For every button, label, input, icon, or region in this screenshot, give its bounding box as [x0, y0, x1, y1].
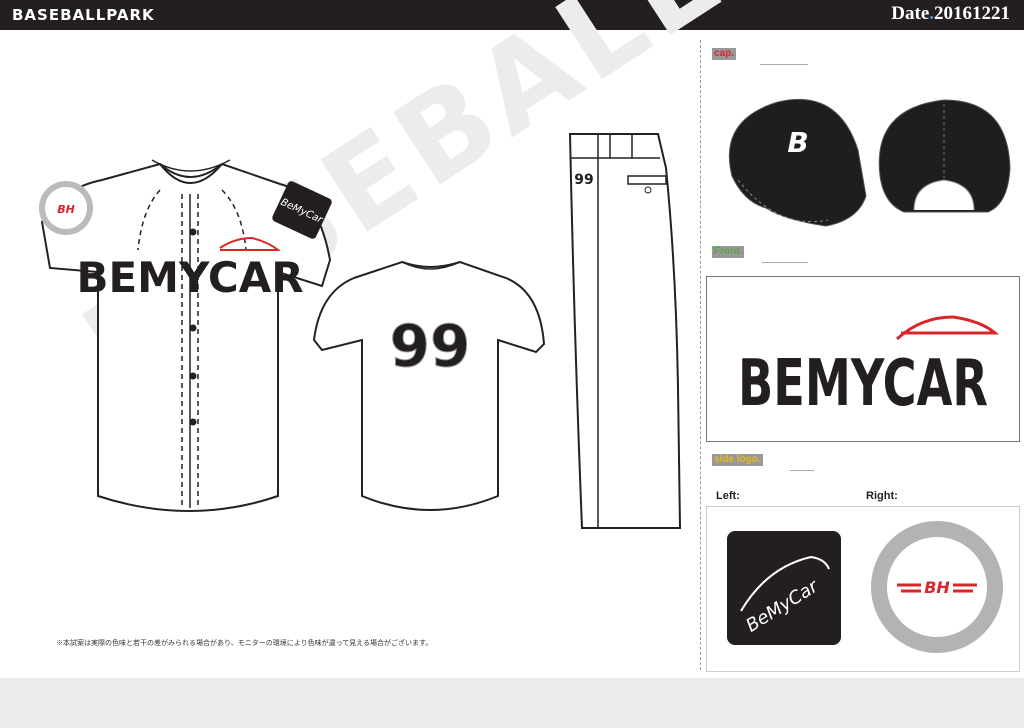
left-logo-label: Left: [716, 490, 740, 502]
front-section-wordmark: BEMYCAR [738, 347, 988, 421]
pants-number: 99 [574, 172, 593, 188]
side-logo-panel: BeMyCar BH [706, 506, 1020, 672]
cap-leader-line [760, 64, 808, 65]
front-section-label: Front. [712, 246, 745, 258]
back-number: 99 [390, 312, 471, 380]
side-logo-leader-line [790, 470, 814, 471]
cap-letter: B [787, 126, 808, 159]
right-logo-text: BH [924, 578, 950, 597]
date-label: Date.20161221 [891, 3, 1010, 25]
front-wordmark: BEMYCAR [76, 253, 303, 302]
front-logo-artwork: BEMYCAR [738, 315, 1000, 421]
vertical-divider [700, 40, 701, 670]
back-jersey: 99 [312, 260, 546, 511]
date-prefix: Date [891, 3, 930, 24]
front-leader-line [762, 262, 808, 263]
side-logo-artwork: BeMyCar BH [727, 521, 1003, 653]
side-logo-section-label: side logo. [712, 454, 763, 466]
date-value: 20161221 [934, 3, 1010, 24]
front-jersey: BEMYCAR BH BeMyCar [39, 159, 332, 512]
cap-back-view [878, 99, 1011, 213]
brand-name: BASEBALLPARK [12, 6, 155, 24]
right-logo-label: Right: [866, 490, 898, 502]
sleeve-logo-text: BH [57, 203, 75, 216]
left-logo-tile [727, 531, 841, 645]
disclaimer-note: ※本試案は実際の色味と若干の差がみられる場合があり、モニターの環境により色味が違… [56, 640, 433, 647]
front-logo-panel: BEMYCAR [706, 276, 1020, 442]
footer-bar [0, 678, 1024, 728]
cap-illustrations: B [728, 98, 1011, 227]
header-bar: BASEBALLPARK Date.20161221 [0, 0, 1024, 30]
cap-section-label: cap. [712, 48, 737, 60]
cap-front-view: B [728, 98, 867, 227]
pants: 99 [568, 133, 682, 529]
